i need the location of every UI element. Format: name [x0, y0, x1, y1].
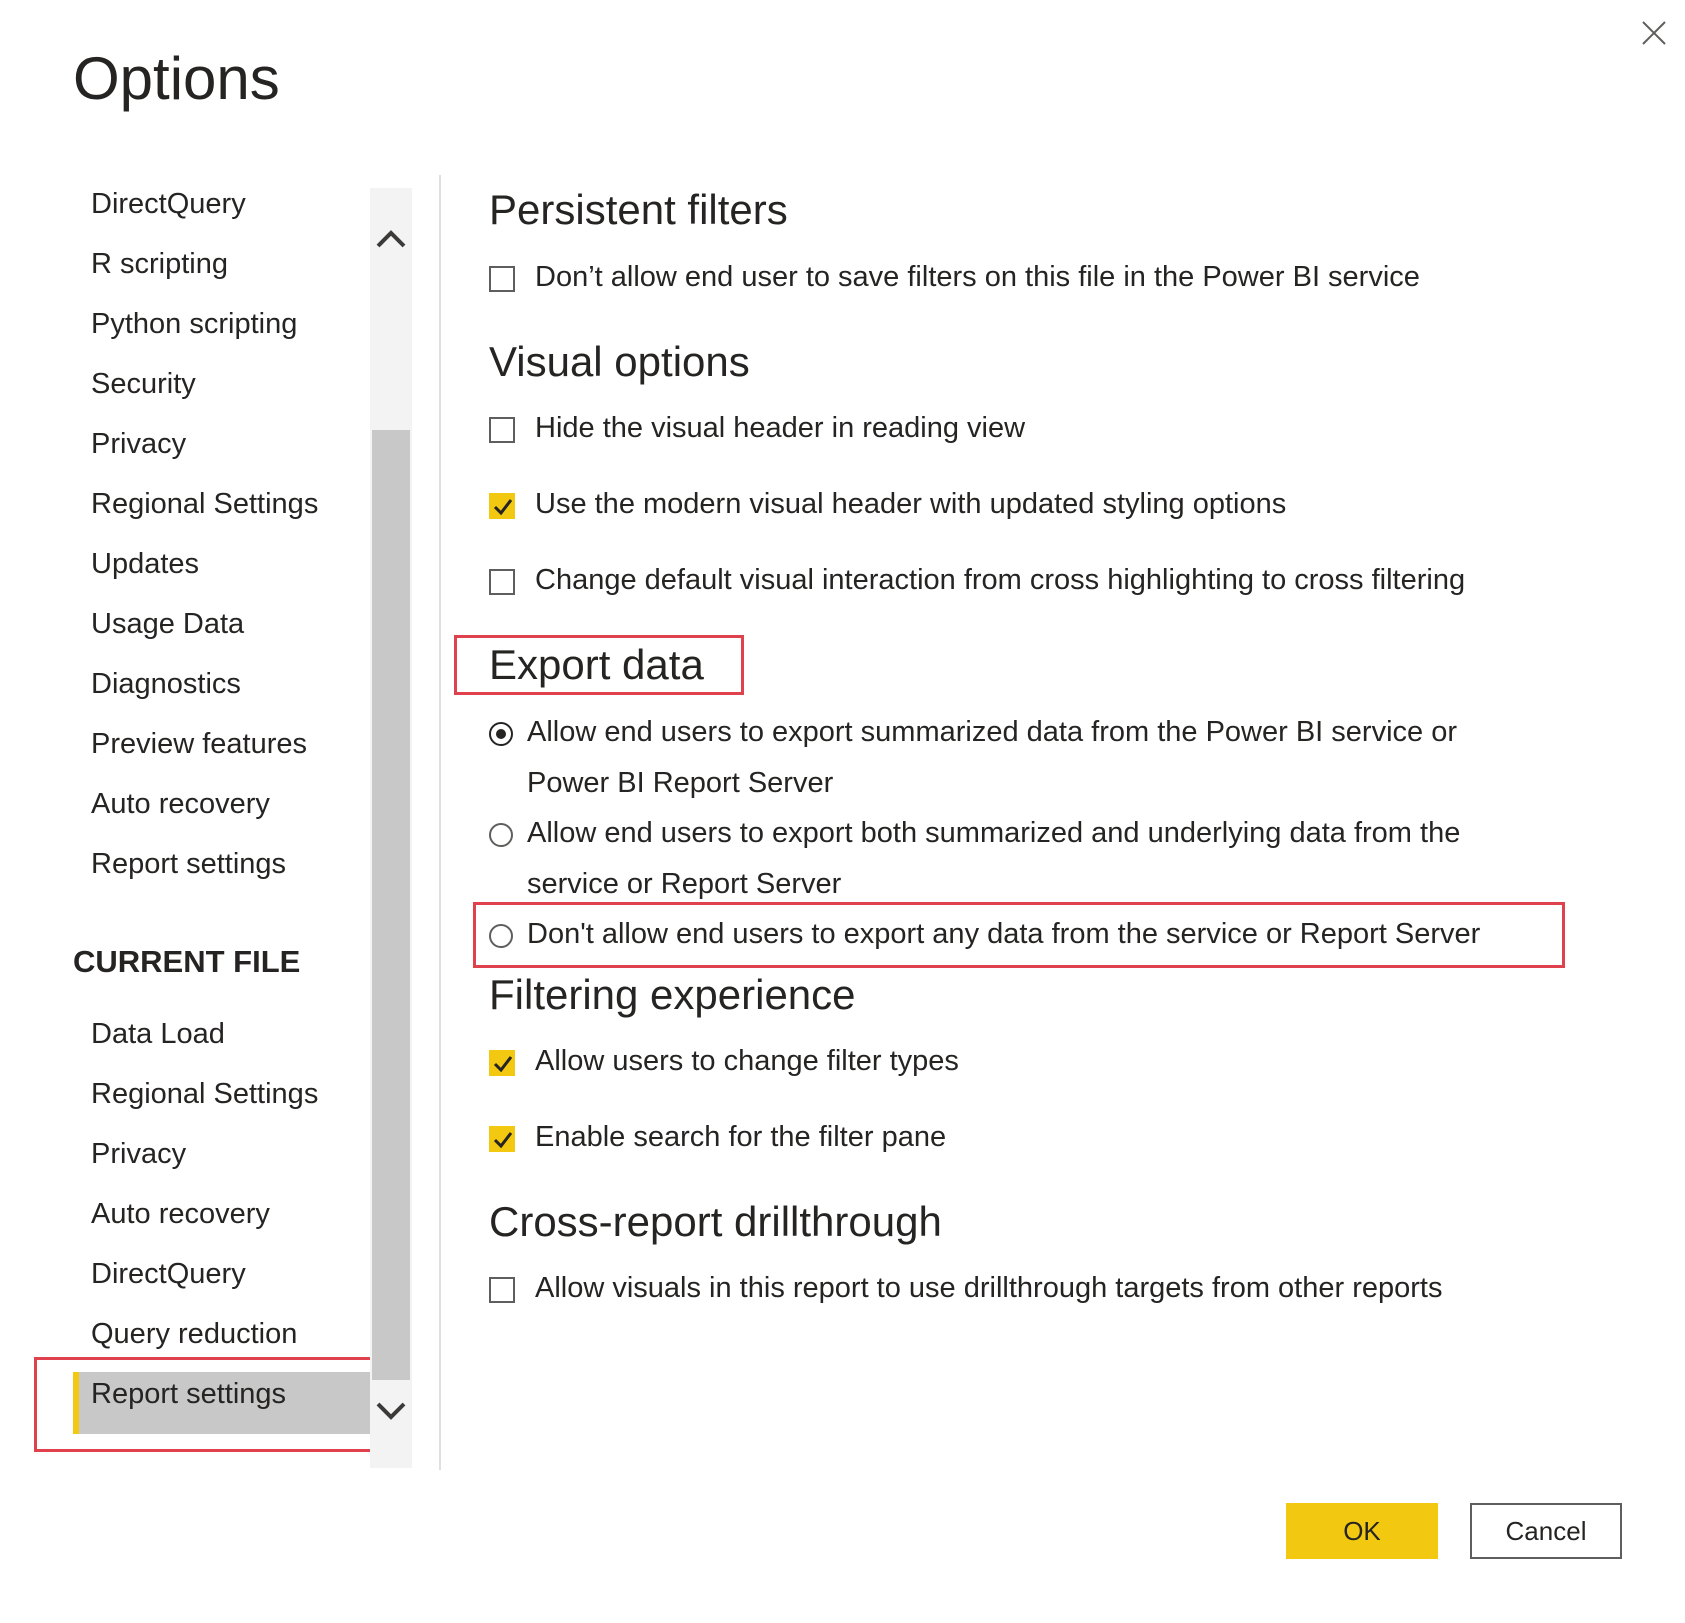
- heading-filtering-experience: Filtering experience: [489, 971, 856, 1018]
- option-modern-visual-header: Use the modern visual header with update…: [489, 488, 1286, 530]
- checkmark-icon: [493, 1056, 513, 1073]
- checkbox-save-filters[interactable]: [489, 266, 515, 292]
- option-label: Enable search for the filter pane: [535, 1121, 947, 1153]
- nav-item-file-privacy[interactable]: Privacy: [91, 1138, 186, 1171]
- nav-item-r-scripting[interactable]: R scripting: [91, 248, 228, 281]
- nav-item-security[interactable]: Security: [91, 368, 196, 401]
- nav-item-updates[interactable]: Updates: [91, 548, 199, 581]
- close-icon: [1642, 21, 1666, 45]
- option-export-underlying: Allow end users to export both summarize…: [489, 817, 1519, 910]
- nav-item-python-scripting[interactable]: Python scripting: [91, 308, 297, 341]
- checkmark-icon: [493, 499, 513, 516]
- heading-cross-report-drillthrough: Cross-report drillthrough: [489, 1198, 942, 1245]
- checkbox-filter-pane-search[interactable]: [489, 1126, 515, 1152]
- option-cross-filtering: Change default visual interaction from c…: [489, 564, 1465, 606]
- close-button[interactable]: [1633, 12, 1673, 52]
- checkbox-cross-report-drillthrough[interactable]: [489, 1277, 515, 1303]
- heading-persistent-filters: Persistent filters: [489, 186, 788, 233]
- checkbox-hide-visual-header[interactable]: [489, 417, 515, 443]
- radio-export-summarized[interactable]: [489, 722, 513, 746]
- heading-visual-options: Visual options: [489, 338, 750, 385]
- option-label: Don’t allow end user to save filters on …: [535, 261, 1420, 293]
- dialog-title: Options: [73, 45, 280, 112]
- nav-item-file-regional-settings[interactable]: Regional Settings: [91, 1078, 318, 1111]
- panel-divider: [439, 175, 441, 1470]
- nav-item-query-reduction[interactable]: Query reduction: [91, 1318, 297, 1351]
- option-export-summarized: Allow end users to export summarized dat…: [489, 716, 1519, 809]
- checkbox-modern-visual-header[interactable]: [489, 493, 515, 519]
- option-label: Use the modern visual header with update…: [535, 488, 1287, 520]
- highlight-box-export-data: [454, 635, 744, 695]
- chevron-up-icon: [376, 230, 406, 248]
- option-label: Hide the visual header in reading view: [535, 412, 1026, 444]
- option-label: Allow visuals in this report to use dril…: [535, 1272, 1443, 1304]
- nav-section-current-file: CURRENT FILE: [73, 944, 301, 979]
- cancel-button[interactable]: Cancel: [1470, 1503, 1622, 1559]
- nav-item-report-settings[interactable]: Report settings: [91, 848, 286, 881]
- nav-item-data-load[interactable]: Data Load: [91, 1018, 225, 1051]
- checkbox-cross-filtering[interactable]: [489, 569, 515, 595]
- option-hide-visual-header: Hide the visual header in reading view: [489, 412, 1025, 454]
- highlight-box-no-export: [473, 902, 1565, 968]
- option-label: Allow end users to export summarized dat…: [527, 716, 1457, 799]
- scroll-down-button[interactable]: [372, 1392, 410, 1428]
- nav-item-usage-data[interactable]: Usage Data: [91, 608, 244, 641]
- option-filter-pane-search: Enable search for the filter pane: [489, 1121, 946, 1163]
- option-label: Allow users to change filter types: [535, 1045, 959, 1077]
- option-label: Allow end users to export both summarize…: [527, 817, 1461, 900]
- highlight-box-report-settings: [34, 1357, 388, 1452]
- checkmark-icon: [493, 1132, 513, 1149]
- nav-item-directquery[interactable]: DirectQuery: [91, 188, 246, 221]
- option-cross-report-drillthrough: Allow visuals in this report to use dril…: [489, 1272, 1442, 1314]
- nav-item-regional-settings[interactable]: Regional Settings: [91, 488, 318, 521]
- nav-item-privacy[interactable]: Privacy: [91, 428, 186, 461]
- nav-item-preview-features[interactable]: Preview features: [91, 728, 307, 761]
- ok-button[interactable]: OK: [1286, 1503, 1438, 1559]
- nav-scrollbar-thumb[interactable]: [372, 430, 410, 1380]
- option-persistent-filters: Don’t allow end user to save filters on …: [489, 261, 1420, 303]
- checkbox-change-filter-types[interactable]: [489, 1050, 515, 1076]
- nav-item-diagnostics[interactable]: Diagnostics: [91, 668, 241, 701]
- chevron-down-icon: [376, 1402, 406, 1420]
- option-change-filter-types: Allow users to change filter types: [489, 1045, 959, 1087]
- scroll-up-button[interactable]: [372, 222, 410, 258]
- radio-export-underlying[interactable]: [489, 823, 513, 847]
- nav-item-file-auto-recovery[interactable]: Auto recovery: [91, 1198, 270, 1231]
- nav-item-auto-recovery[interactable]: Auto recovery: [91, 788, 270, 821]
- nav-item-file-directquery[interactable]: DirectQuery: [91, 1258, 246, 1291]
- option-label: Change default visual interaction from c…: [535, 564, 1466, 596]
